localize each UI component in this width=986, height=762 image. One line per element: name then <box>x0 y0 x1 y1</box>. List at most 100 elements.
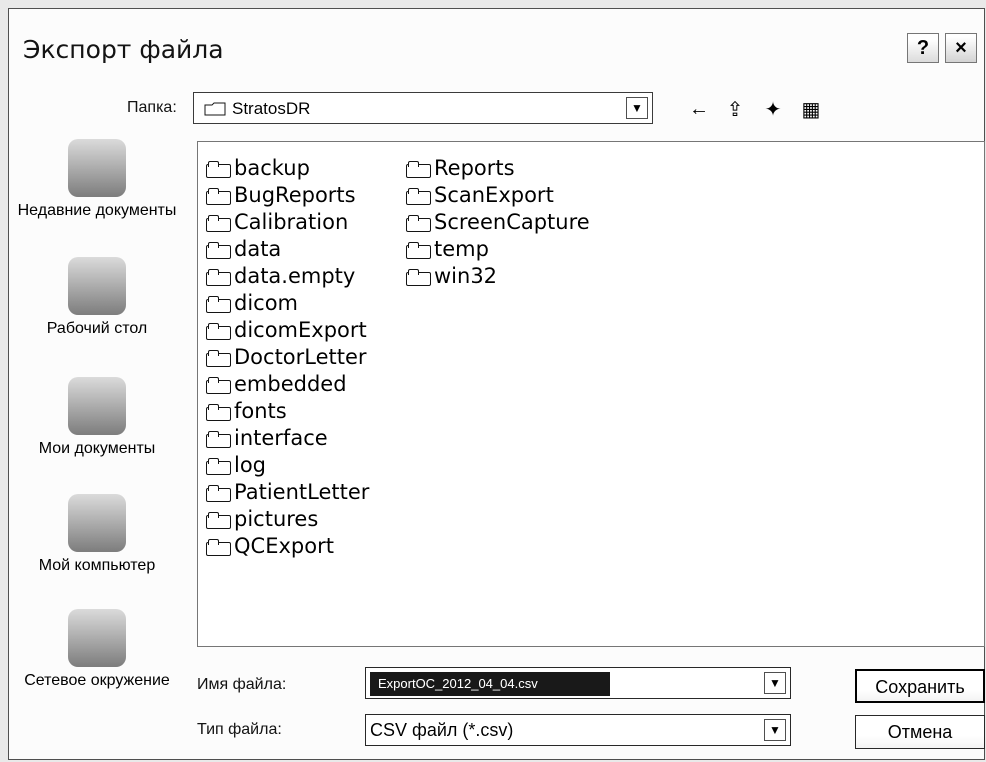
folder-name: log <box>234 452 267 477</box>
folder-item[interactable]: BugReports <box>206 181 369 208</box>
sidebar-item-network[interactable]: Сетевое окружение <box>9 609 185 691</box>
folder-icon <box>206 214 231 232</box>
file-column-1: backup BugReports Calibration data data.… <box>206 154 369 559</box>
folder-item[interactable]: QCExport <box>206 532 369 559</box>
folder-item[interactable]: backup <box>206 154 369 181</box>
folder-item[interactable]: Calibration <box>206 208 369 235</box>
folder-item[interactable]: log <box>206 451 369 478</box>
folder-item[interactable]: fonts <box>206 397 369 424</box>
folder-icon <box>206 295 231 313</box>
cancel-button[interactable]: Отмена <box>855 715 985 749</box>
sidebar-item-desktop[interactable]: Рабочий стол <box>9 257 185 339</box>
folder-icon <box>206 457 231 475</box>
back-arrow-icon[interactable]: ← <box>687 97 711 121</box>
folder-icon <box>406 160 431 178</box>
folder-name: backup <box>234 155 310 180</box>
title-bar: Экспорт файла ? × <box>9 9 984 75</box>
folder-icon <box>406 241 431 259</box>
close-button[interactable]: × <box>945 33 977 63</box>
file-name-value: ExportOC_2012_04_04.csv <box>370 672 610 696</box>
folder-icon <box>206 160 231 178</box>
folder-item[interactable]: interface <box>206 424 369 451</box>
folder-name: interface <box>234 425 328 450</box>
export-file-dialog: Экспорт файла ? × Папка: StratosDR ▼ ← ⇪… <box>8 8 985 760</box>
folder-select[interactable]: StratosDR ▼ <box>193 92 653 124</box>
help-button[interactable]: ? <box>907 33 939 63</box>
file-name-input[interactable]: ExportOC_2012_04_04.csv ▼ <box>365 667 791 699</box>
folder-item[interactable]: data <box>206 235 369 262</box>
folder-icon <box>206 538 231 556</box>
folder-item[interactable]: ScreenCapture <box>406 208 590 235</box>
view-menu-icon[interactable]: ▦ <box>799 97 823 121</box>
folder-icon <box>206 403 231 421</box>
folder-icon <box>206 376 231 394</box>
sidebar-label-my-documents: Мои документы <box>38 440 156 457</box>
folder-current: StratosDR <box>232 99 311 118</box>
folder-item[interactable]: data.empty <box>206 262 369 289</box>
sidebar-label-my-computer: Мой компьютер <box>38 557 156 574</box>
sidebar-item-recent-documents[interactable]: Недавние документы <box>9 139 185 221</box>
folder-item[interactable]: PatientLetter <box>206 478 369 505</box>
folder-item[interactable]: dicomExport <box>206 316 369 343</box>
folder-icon <box>204 102 226 116</box>
folder-name: ScanExport <box>434 182 554 207</box>
folder-name: data.empty <box>234 263 356 288</box>
folder-name: DoctorLetter <box>234 344 367 369</box>
folder-item[interactable]: DoctorLetter <box>206 343 369 370</box>
folder-name: dicomExport <box>234 317 367 342</box>
recent-documents-icon <box>68 139 126 197</box>
sidebar-label-network: Сетевое окружение <box>24 672 170 689</box>
file-name-label: Имя файла: <box>197 676 287 693</box>
file-type-value: CSV файл (*.csv) <box>370 720 514 740</box>
folder-item[interactable]: embedded <box>206 370 369 397</box>
up-folder-icon[interactable]: ⇪ <box>723 97 747 121</box>
chevron-down-icon[interactable]: ▼ <box>764 672 786 694</box>
folder-icon <box>206 322 231 340</box>
folder-name: BugReports <box>234 182 356 207</box>
dialog-title: Экспорт файла <box>23 35 224 64</box>
file-column-2: Reports ScanExport ScreenCapture temp wi… <box>406 154 590 289</box>
folder-icon <box>206 349 231 367</box>
folder-name: ScreenCapture <box>434 209 590 234</box>
folder-item[interactable]: Reports <box>406 154 590 181</box>
desktop-icon <box>68 257 126 315</box>
folder-name: Calibration <box>234 209 349 234</box>
folder-name: win32 <box>434 263 498 288</box>
folder-item[interactable]: ScanExport <box>406 181 590 208</box>
file-type-select[interactable]: CSV файл (*.csv) ▼ <box>365 714 791 746</box>
my-documents-icon <box>68 377 126 435</box>
file-type-label: Тип файла: <box>197 721 282 738</box>
folder-icon <box>206 187 231 205</box>
folder-icon <box>206 511 231 529</box>
chevron-down-icon[interactable]: ▼ <box>626 97 648 119</box>
network-icon <box>68 609 126 667</box>
chevron-down-icon[interactable]: ▼ <box>764 719 786 741</box>
my-computer-icon <box>68 494 126 552</box>
new-folder-icon[interactable]: ✦ <box>761 97 785 121</box>
folder-icon <box>406 214 431 232</box>
folder-item[interactable]: dicom <box>206 289 369 316</box>
folder-icon <box>206 430 231 448</box>
folder-name: QCExport <box>234 533 334 558</box>
folder-icon <box>206 241 231 259</box>
folder-item[interactable]: temp <box>406 235 590 262</box>
save-button[interactable]: Сохранить <box>855 669 985 703</box>
folder-icon <box>206 484 231 502</box>
folder-name: PatientLetter <box>234 479 370 504</box>
folder-icon <box>406 187 431 205</box>
folder-name: Reports <box>434 155 515 180</box>
folder-name: data <box>234 236 282 261</box>
folder-label: Папка: <box>127 99 177 116</box>
folder-name: embedded <box>234 371 347 396</box>
sidebar-item-my-documents[interactable]: Мои документы <box>9 377 185 459</box>
folder-name: pictures <box>234 506 319 531</box>
folder-item[interactable]: pictures <box>206 505 369 532</box>
file-list[interactable]: backup BugReports Calibration data data.… <box>197 141 985 647</box>
sidebar-item-my-computer[interactable]: Мой компьютер <box>9 494 185 576</box>
sidebar-label-desktop: Рабочий стол <box>46 320 148 337</box>
folder-icon <box>406 268 431 286</box>
folder-item[interactable]: win32 <box>406 262 590 289</box>
folder-name: dicom <box>234 290 299 315</box>
folder-icon <box>206 268 231 286</box>
sidebar-label-recent: Недавние документы <box>17 202 177 219</box>
